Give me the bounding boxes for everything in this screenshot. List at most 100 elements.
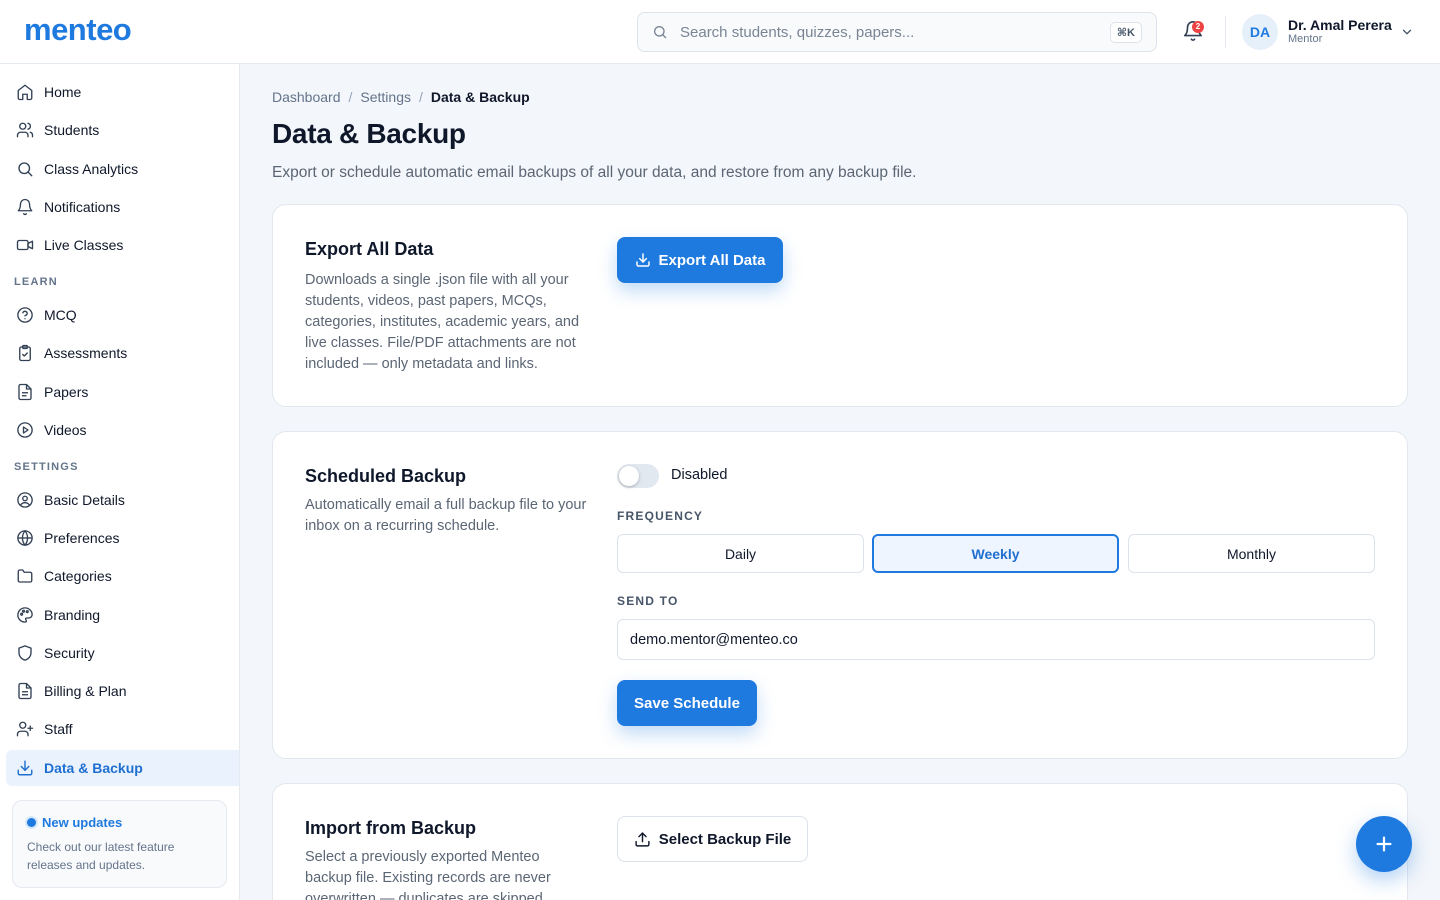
export-card: Export All Data Downloads a single .json… — [272, 204, 1408, 407]
select-backup-file-button[interactable]: Select Backup File — [617, 816, 808, 862]
import-card: Import from Backup Select a previously e… — [272, 783, 1408, 900]
button-label: Export All Data — [658, 251, 766, 269]
sidebar-item-papers[interactable]: Papers — [6, 374, 239, 410]
frequency-label: FREQUENCY — [617, 509, 704, 523]
file-text-icon — [18, 682, 32, 700]
download-icon — [635, 253, 650, 267]
play-circle-icon — [17, 422, 33, 438]
breadcrumb-dashboard[interactable]: Dashboard — [272, 89, 341, 105]
sidebar-item-label: Home — [44, 84, 82, 100]
breadcrumb-settings[interactable]: Settings — [360, 89, 411, 105]
export-title: Export All Data — [305, 239, 434, 259]
toggle-knob — [619, 466, 639, 486]
sidebar-item-videos[interactable]: Videos — [6, 412, 239, 448]
sidebar-item-label: Categories — [44, 568, 112, 584]
sidebar-item-security[interactable]: Security — [6, 635, 239, 671]
search-shortcut: ⌘K — [1109, 21, 1142, 43]
clipboard-check-icon — [19, 344, 31, 362]
video-icon — [16, 239, 34, 251]
sidebar-item-staff[interactable]: Staff — [6, 711, 239, 747]
sidebar-item-students[interactable]: Students — [6, 112, 239, 148]
sidebar-section-learn: LEARN — [14, 276, 58, 288]
updates-text: Check out our latest feature releases an… — [27, 840, 175, 872]
updates-title: New updates — [42, 815, 123, 830]
updates-title-row: New updates — [27, 815, 212, 830]
sidebar-item-notifications[interactable]: Notifications — [6, 189, 239, 225]
user-plus-icon — [16, 721, 34, 737]
folder-icon — [17, 569, 33, 583]
upload-icon — [635, 831, 650, 847]
download-icon — [17, 760, 33, 776]
user-role: Mentor — [1288, 33, 1323, 45]
app-logo[interactable]: menteo — [24, 12, 132, 48]
frequency-monthly[interactable]: Monthly — [1128, 534, 1375, 573]
user-circle-icon — [17, 492, 33, 508]
page-subtitle: Export or schedule automatic email backu… — [272, 164, 917, 181]
sidebar: Home Students Class Analytics Notificati… — [0, 64, 240, 900]
schedule-title: Scheduled Backup — [305, 466, 467, 486]
search-input[interactable] — [680, 23, 1110, 41]
sidebar-item-data-backup[interactable]: Data & Backup — [6, 750, 239, 786]
bell-icon — [17, 198, 33, 216]
schedule-description: Automatically email a full backup file t… — [305, 497, 587, 534]
sidebar-section-settings: SETTINGS — [14, 461, 79, 473]
sidebar-item-assessments[interactable]: Assessments — [6, 335, 239, 371]
chevron-down-icon[interactable] — [1400, 25, 1414, 39]
send-to-email-field[interactable] — [617, 619, 1375, 660]
sidebar-item-label: Basic Details — [44, 492, 125, 508]
sidebar-item-label: Data & Backup — [44, 760, 143, 776]
frequency-daily[interactable]: Daily — [617, 534, 864, 573]
sidebar-item-label: Assessments — [44, 345, 128, 361]
sidebar-item-label: Class Analytics — [44, 161, 139, 177]
sidebar-item-label: Security — [44, 645, 95, 661]
breadcrumb: Dashboard / Settings / Data & Backup — [272, 89, 530, 105]
sidebar-item-mcq[interactable]: MCQ — [6, 297, 239, 333]
schedule-card: Scheduled Backup Automatically email a f… — [272, 431, 1408, 759]
user-name[interactable]: Dr. Amal Perera — [1288, 17, 1392, 33]
import-description: Select a previously exported Menteo back… — [305, 849, 551, 900]
sidebar-item-label: Notifications — [44, 199, 121, 215]
plus-icon — [1376, 836, 1392, 852]
sidebar-item-preferences[interactable]: Preferences — [6, 520, 239, 556]
breadcrumb-separator: / — [418, 89, 423, 105]
sidebar-item-branding[interactable]: Branding — [6, 597, 239, 633]
status-dot-icon — [27, 818, 36, 827]
sidebar-item-label: Branding — [44, 607, 101, 623]
divider — [1225, 16, 1226, 48]
sidebar-item-label: Papers — [44, 384, 89, 400]
sidebar-item-label: MCQ — [44, 307, 77, 323]
add-fab-button[interactable] — [1356, 816, 1412, 872]
send-to-label: SEND TO — [617, 594, 679, 608]
button-label: Select Backup File — [658, 830, 792, 848]
sidebar-item-basic-details[interactable]: Basic Details — [6, 482, 239, 518]
breadcrumb-current: Data & Backup — [430, 89, 530, 105]
avatar[interactable]: DA — [1242, 14, 1278, 50]
search-icon — [18, 162, 33, 177]
sidebar-item-class-analytics[interactable]: Class Analytics — [6, 151, 239, 187]
save-schedule-button[interactable]: Save Schedule — [617, 680, 757, 726]
shield-icon — [18, 645, 32, 661]
breadcrumb-separator: / — [348, 89, 353, 105]
sidebar-item-billing-plan[interactable]: Billing & Plan — [6, 673, 239, 709]
sidebar-item-label: Live Classes — [44, 237, 124, 253]
updates-card[interactable]: New updates Check out our latest feature… — [12, 800, 227, 888]
search-bar[interactable]: ⌘K — [637, 12, 1157, 52]
frequency-weekly[interactable]: Weekly — [872, 534, 1119, 573]
schedule-toggle[interactable] — [617, 464, 659, 488]
import-title: Import from Backup — [305, 818, 477, 838]
sidebar-item-label: Students — [44, 122, 100, 138]
palette-icon — [17, 607, 33, 623]
help-circle-icon — [17, 307, 33, 323]
sidebar-item-label: Staff — [44, 721, 73, 737]
globe-icon — [17, 529, 33, 547]
notification-badge: 2 — [1192, 21, 1204, 33]
sidebar-item-categories[interactable]: Categories — [6, 558, 239, 594]
sidebar-item-live-classes[interactable]: Live Classes — [6, 227, 239, 263]
sidebar-item-home[interactable]: Home — [6, 74, 239, 110]
export-all-data-button[interactable]: Export All Data — [617, 237, 783, 283]
sidebar-item-label: Billing & Plan — [44, 683, 127, 699]
file-icon — [18, 383, 32, 401]
top-bar: menteo ⌘K 2 DA Dr. Amal Perera Mentor — [0, 0, 1440, 64]
button-label: Save Schedule — [634, 694, 740, 712]
export-description: Downloads a single .json file with all y… — [305, 272, 580, 372]
